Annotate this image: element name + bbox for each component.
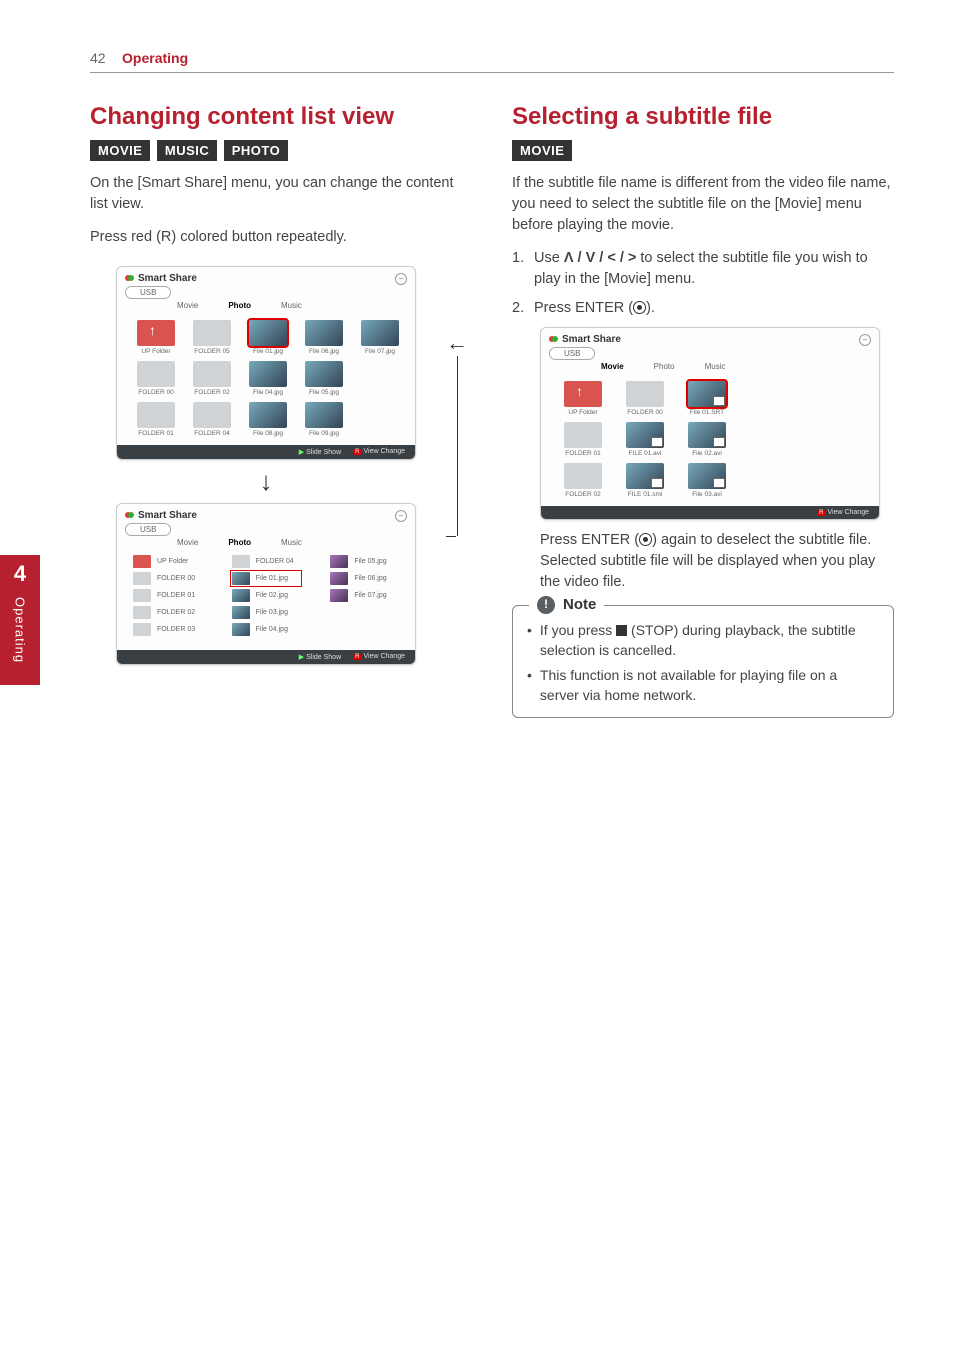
page-header: 42 Operating [90, 50, 894, 73]
page-number: 42 [90, 50, 106, 66]
tab-movie[interactable]: Movie [177, 301, 198, 310]
note-item-2: This function is not available for playi… [527, 665, 879, 706]
step-1: 1. Use Λ / V / < / > to select the subti… [512, 248, 894, 290]
close-icon[interactable]: – [395, 273, 407, 285]
left-column: Changing content list view MOVIE MUSIC P… [90, 103, 472, 718]
enter-icon [633, 301, 646, 314]
tag-movie: MOVIE [512, 140, 572, 161]
left-tags: MOVIE MUSIC PHOTO [90, 140, 472, 161]
close-icon[interactable]: – [859, 334, 871, 346]
screenshot-grid-view: Smart Share – USB Movie Photo Music UP F… [116, 266, 416, 460]
left-title: Changing content list view [90, 103, 472, 132]
left-para-2: Press red (R) colored button repeatedly. [90, 227, 472, 248]
left-arrow-icon: ← [446, 330, 468, 356]
mock-a-tabs: Movie Photo Music [177, 299, 415, 312]
left-para-1: On the [Smart Share] menu, you can chang… [90, 173, 472, 215]
right-title: Selecting a subtitle file [512, 103, 894, 132]
note-item-1: If you press (STOP) during playback, the… [527, 620, 879, 661]
right-after-mock: Press ENTER () again to deselect the sub… [540, 530, 894, 593]
note-label: Note [563, 594, 596, 616]
tag-photo: PHOTO [224, 140, 289, 161]
note-box: ! Note If you press (STOP) during playba… [512, 605, 894, 718]
screenshot-movie-view: Smart Share – USB Movie Photo Music UP F… [540, 327, 880, 520]
right-column: Selecting a subtitle file MOVIE If the s… [512, 103, 894, 718]
screenshot-list-view: Smart Share – USB Movie Photo Music UP F… [116, 503, 416, 665]
tag-music: MUSIC [157, 140, 217, 161]
tab-music[interactable]: Music [281, 301, 302, 310]
section-name: Operating [122, 50, 188, 66]
stop-icon [616, 625, 627, 636]
tab-photo[interactable]: Photo [228, 301, 251, 310]
source-pill[interactable]: USB [125, 286, 171, 299]
right-para-1: If the subtitle file name is different f… [512, 173, 894, 236]
close-icon[interactable]: – [395, 510, 407, 522]
mock-b-app: Smart Share [138, 510, 197, 521]
tag-movie: MOVIE [90, 140, 150, 161]
note-icon: ! [537, 596, 555, 614]
step-2: 2. Press ENTER (). [512, 298, 894, 319]
source-pill[interactable]: USB [125, 523, 171, 536]
enter-icon [639, 533, 652, 546]
down-arrow-icon: ↓ [90, 466, 442, 497]
mock-a-app: Smart Share [138, 273, 197, 284]
